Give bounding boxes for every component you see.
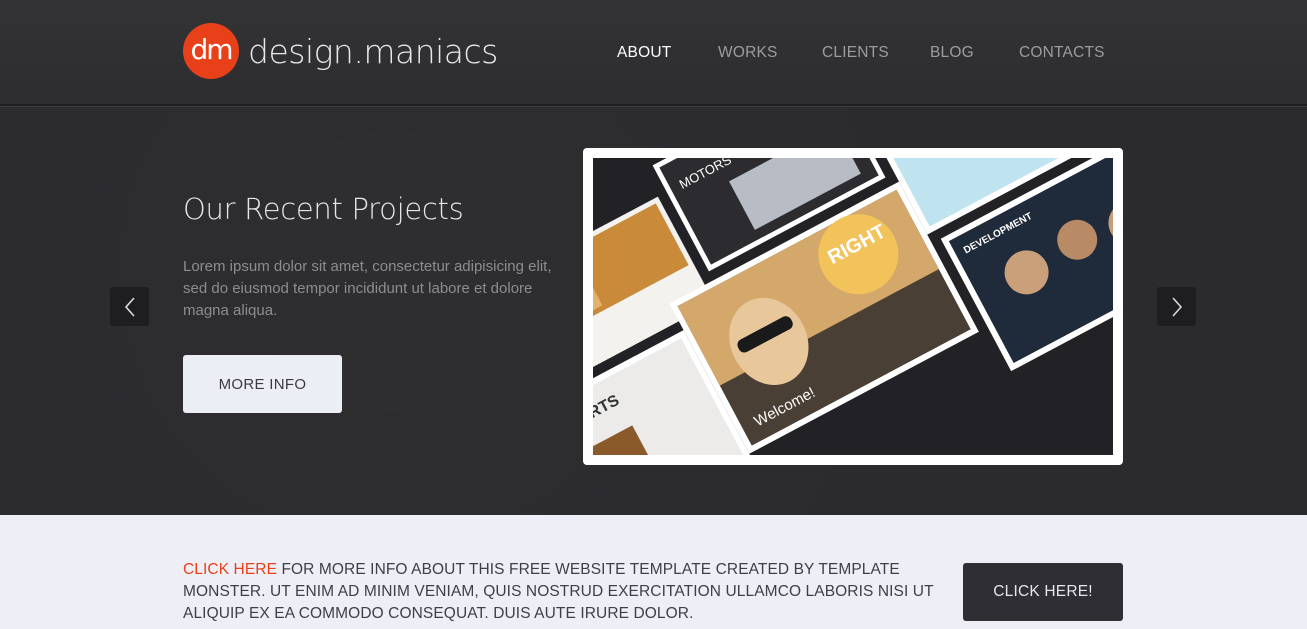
nav-item-about[interactable]: ABOUT xyxy=(617,44,671,62)
click-here-button[interactable]: CLICK HERE! xyxy=(963,563,1123,621)
strip-body-text: FOR MORE INFO ABOUT THIS FREE WEBSITE TE… xyxy=(183,561,934,622)
nav-item-blog[interactable]: BLOG xyxy=(930,44,974,62)
strip-text: CLICK HERE FOR MORE INFO ABOUT THIS FREE… xyxy=(183,559,943,625)
hero-slider: Our Recent Projects Lorem ipsum dolor si… xyxy=(0,108,1307,515)
nav-item-contacts[interactable]: CONTACTS xyxy=(1019,44,1105,62)
hero-title: Our Recent Projects xyxy=(183,192,464,226)
site-header: dm design.maniacs ABOUT WORKS CLIENTS BL… xyxy=(0,0,1307,106)
info-strip: CLICK HERE FOR MORE INFO ABOUT THIS FREE… xyxy=(0,515,1307,629)
slide-frame: MOTORS pregnancy EXPERTS RIGHT xyxy=(583,148,1123,465)
chevron-left-icon xyxy=(124,296,135,317)
nav-item-clients[interactable]: CLIENTS xyxy=(822,44,889,62)
main-nav: ABOUT WORKS CLIENTS BLOG CONTACTS xyxy=(0,44,1307,66)
nav-item-works[interactable]: WORKS xyxy=(718,44,778,62)
hero-text: Lorem ipsum dolor sit amet, consectetur … xyxy=(183,258,552,319)
projects-collage-image[interactable]: MOTORS pregnancy EXPERTS RIGHT xyxy=(593,158,1113,455)
slider-prev-button[interactable] xyxy=(110,287,149,326)
chevron-right-icon xyxy=(1171,296,1182,317)
click-here-link[interactable]: CLICK HERE xyxy=(183,561,277,578)
more-info-button[interactable]: MORE INFO xyxy=(183,355,342,413)
slider-next-button[interactable] xyxy=(1157,287,1196,326)
